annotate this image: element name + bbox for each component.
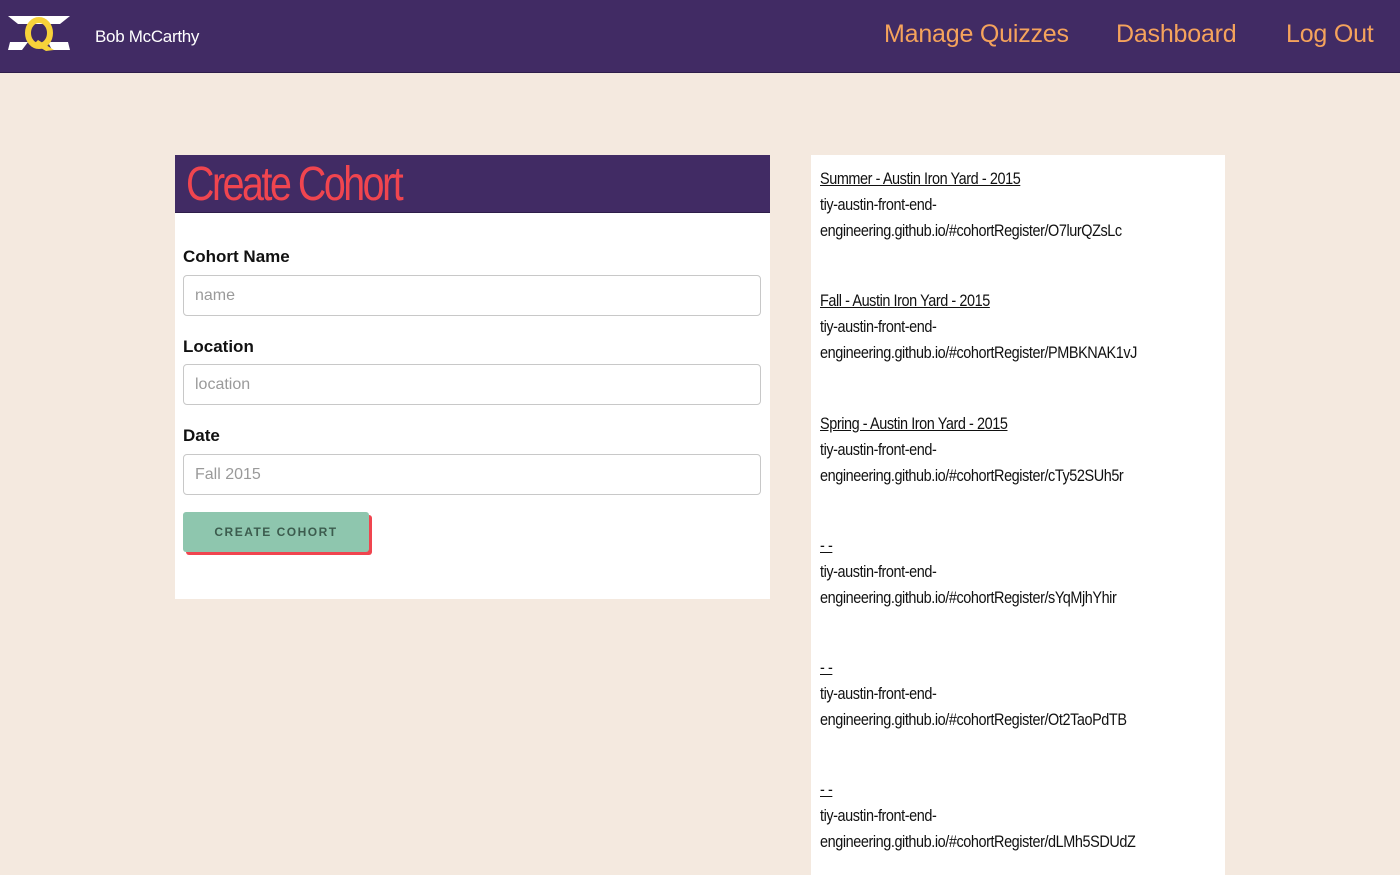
page-title: Create Cohort — [186, 158, 404, 211]
nav-log-out[interactable]: Log Out — [1286, 20, 1374, 49]
cohort-register-url: tiy-austin-front-end- engineering.github… — [820, 684, 1127, 729]
cohort-list-item: Summer - Austin Iron Yard - 2015 tiy-aus… — [820, 166, 1220, 244]
cohort-register-url: tiy-austin-front-end- engineering.github… — [820, 195, 1122, 240]
date-input[interactable] — [183, 454, 761, 495]
cohort-list-item: - - tiy-austin-front-end- engineering.gi… — [820, 777, 1220, 855]
create-cohort-header: Create Cohort — [175, 155, 770, 213]
location-label: Location — [183, 337, 254, 356]
cohort-list-item: Fall - Austin Iron Yard - 2015 tiy-austi… — [820, 288, 1220, 366]
nav-manage-quizzes[interactable]: Manage Quizzes — [884, 20, 1069, 49]
cohort-title-link[interactable]: - - — [820, 655, 1160, 681]
cohort-title-link[interactable]: Fall - Austin Iron Yard - 2015 — [820, 288, 1160, 314]
cohort-name-input[interactable] — [183, 275, 761, 316]
cohort-register-url: tiy-austin-front-end- engineering.github… — [820, 317, 1137, 362]
cohort-title-link[interactable]: Spring - Austin Iron Yard - 2015 — [820, 411, 1160, 437]
top-navbar: Bob McCarthy Manage Quizzes Dashboard Lo… — [0, 0, 1400, 73]
cohort-register-url: tiy-austin-front-end- engineering.github… — [820, 440, 1124, 485]
cohort-list-item: - - tiy-austin-front-end- engineering.gi… — [820, 533, 1220, 611]
cohort-list-item: - - tiy-austin-front-end- engineering.gi… — [820, 655, 1220, 733]
nav-dashboard[interactable]: Dashboard — [1116, 20, 1237, 49]
quiz-logo-icon[interactable] — [8, 14, 70, 52]
cohort-list-item: Spring - Austin Iron Yard - 2015 tiy-aus… — [820, 411, 1220, 489]
cohort-title-link[interactable]: - - — [820, 777, 1160, 803]
cohort-name-label: Cohort Name — [183, 247, 290, 266]
date-label: Date — [183, 426, 220, 445]
cohort-register-url: tiy-austin-front-end- engineering.github… — [820, 562, 1117, 607]
cohort-register-url: tiy-austin-front-end- engineering.github… — [820, 806, 1136, 851]
cohort-title-link[interactable]: - - — [820, 533, 1160, 559]
user-name: Bob McCarthy — [95, 27, 200, 46]
location-input[interactable] — [183, 364, 761, 405]
cohort-list: Summer - Austin Iron Yard - 2015 tiy-aus… — [811, 155, 1225, 875]
create-cohort-button[interactable]: Create Cohort — [183, 512, 369, 552]
cohort-title-link[interactable]: Summer - Austin Iron Yard - 2015 — [820, 166, 1160, 192]
create-cohort-card: Create Cohort Cohort Name Location Date … — [175, 155, 770, 599]
